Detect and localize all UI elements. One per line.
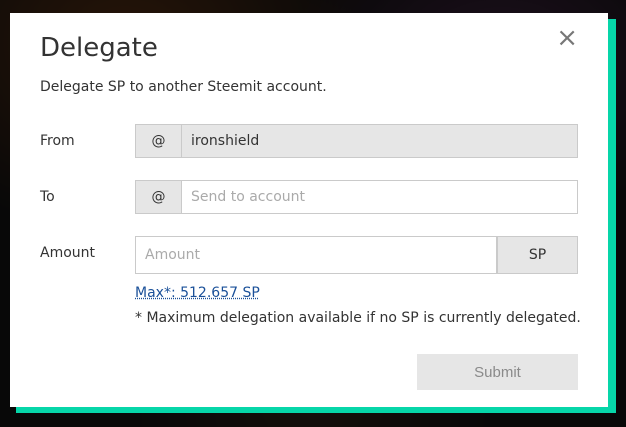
delegate-modal: × Delegate Delegate SP to another Steemi… [10,13,608,407]
close-icon[interactable]: × [556,25,578,51]
to-label: To [40,189,55,205]
from-label: From [40,133,75,149]
submit-button[interactable]: Submit [417,354,578,390]
modal-title: Delegate [40,33,158,63]
from-input [181,124,578,158]
modal-subtitle: Delegate SP to another Steemit account. [40,79,327,95]
from-row: From @ [40,124,578,160]
from-at-prefix: @ [135,124,181,158]
amount-unit-addon: SP [497,236,578,274]
amount-label: Amount [40,245,96,261]
max-amount-link[interactable]: Max*: 512.657 SP [135,285,260,301]
to-at-prefix: @ [135,180,181,214]
max-delegation-note: * Maximum delegation available if no SP … [135,310,581,326]
to-row: To @ [40,180,578,216]
amount-row: Amount SP [40,236,578,274]
amount-input[interactable] [135,236,497,274]
to-account-input[interactable] [181,180,578,214]
